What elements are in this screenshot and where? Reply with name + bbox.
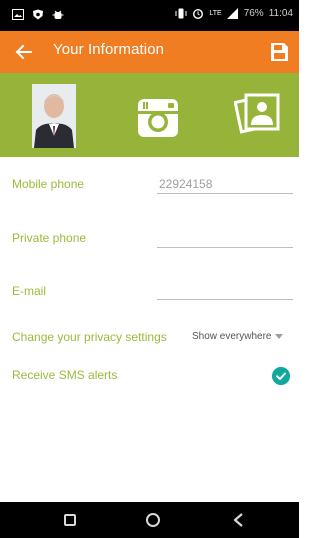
save-icon[interactable] — [267, 40, 291, 64]
profile-photo — [32, 84, 76, 148]
page-title: Your Information — [53, 41, 165, 58]
clock-time: 11:04 — [268, 8, 293, 19]
shield-icon — [33, 9, 43, 20]
arrow-left-icon[interactable] — [12, 40, 36, 64]
signal-icon — [226, 8, 238, 19]
private-phone-label: Private phone — [12, 231, 87, 245]
vibrate-icon — [175, 8, 187, 19]
network-label: LTE — [209, 10, 222, 17]
system-nav-bar — [0, 502, 299, 538]
app-bar: Your Information — [0, 31, 299, 73]
chevron-down-icon — [275, 334, 284, 339]
back-icon[interactable] — [232, 513, 246, 527]
gallery-icon — [12, 9, 24, 20]
mobile-phone-label: Mobile phone — [12, 177, 85, 191]
bug-icon — [52, 10, 64, 19]
home-icon[interactable] — [146, 513, 160, 527]
email-field[interactable] — [157, 282, 293, 300]
checkmark-icon[interactable] — [272, 367, 290, 385]
avatar[interactable] — [32, 84, 76, 148]
sms-alerts-label: Receive SMS alerts — [12, 368, 118, 382]
recents-icon[interactable] — [64, 514, 76, 526]
private-phone-field[interactable] — [157, 230, 293, 248]
camera-icon[interactable] — [136, 95, 180, 139]
photo-band — [0, 73, 299, 157]
email-label: E-mail — [12, 284, 47, 298]
privacy-selected-value: Show everywhere — [192, 331, 272, 342]
privacy-dropdown[interactable]: Show everywhere — [192, 331, 284, 342]
privacy-settings-label: Change your privacy settings — [12, 330, 167, 344]
mobile-phone-field[interactable]: 22924158 — [157, 176, 293, 194]
status-right: LTE 76% 11:04 — [175, 8, 293, 19]
status-left-icons — [12, 9, 64, 20]
battery-percent: 76% — [243, 8, 264, 19]
status-bar: LTE 76% 11:04 — [0, 0, 299, 31]
alarm-icon — [193, 9, 204, 19]
gallery-icon[interactable] — [234, 89, 284, 137]
